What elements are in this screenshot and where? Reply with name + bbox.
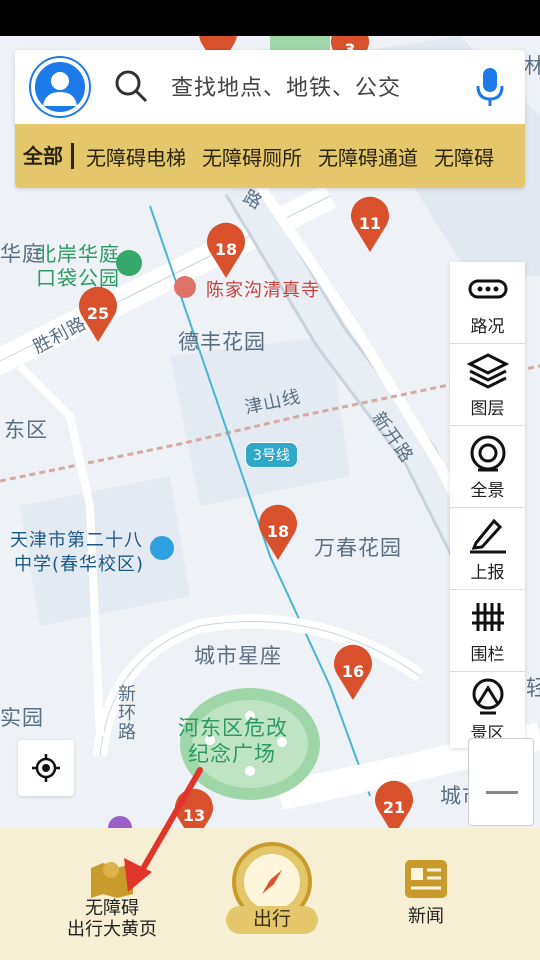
map-label-wanchun-garden: 万春花园 <box>314 536 402 560</box>
map-label-chengshi-xingzuo: 城市星座 <box>194 644 282 668</box>
locate-icon <box>32 754 60 782</box>
nav-news[interactable]: 新闻 <box>396 858 456 927</box>
map-label-xinhuan-road: 新环路 <box>115 684 136 741</box>
tool-panorama[interactable]: 全景 <box>450 426 525 508</box>
status-bar <box>0 0 540 36</box>
poi-marker[interactable]: 18 <box>204 222 248 280</box>
filter-bar: 全部 无障碍电梯 无障碍厕所 无障碍通道 无障碍 <box>15 124 525 188</box>
fence-icon <box>471 602 504 631</box>
map-label-school-line2: 中学(春华校区) <box>14 554 145 575</box>
school-icon <box>150 536 174 560</box>
map-book-icon <box>91 862 133 898</box>
poi-marker[interactable]: 25 <box>76 286 120 344</box>
search-input[interactable] <box>171 70 471 106</box>
map-label-school-line1: 天津市第二十八 <box>10 530 143 551</box>
park-icon <box>116 250 142 276</box>
news-icon <box>405 860 447 898</box>
mosque-icon <box>174 276 196 298</box>
map-label-huating-fragment: 华庭 <box>0 242 44 266</box>
filter-passage[interactable]: 无障碍通道 <box>310 142 426 171</box>
filter-more[interactable]: 无障碍 <box>426 142 494 171</box>
search-bar <box>15 50 525 124</box>
map-label-weigai-line2: 纪念广场 <box>188 742 276 766</box>
layers-icon <box>466 352 509 389</box>
map-label-shiyuan: 实园 <box>0 706 44 730</box>
minus-icon <box>486 791 518 794</box>
poi-marker[interactable]: 11 <box>348 196 392 254</box>
nav-travel[interactable]: 出行 <box>226 840 318 934</box>
poi-marker[interactable]: 16 <box>331 644 375 702</box>
search-panel: 全部 无障碍电梯 无障碍厕所 无障碍通道 无障碍 <box>15 50 525 188</box>
search-icon[interactable] <box>113 68 149 104</box>
tool-layers[interactable]: 图层 <box>450 344 525 426</box>
filter-elevator[interactable]: 无障碍电梯 <box>78 142 194 171</box>
poi-marker[interactable]: 13 <box>172 788 216 828</box>
metro-line-badge[interactable]: 3号线 <box>245 442 298 468</box>
traffic-icon <box>468 279 507 298</box>
map-label-dongqu: 东区 <box>4 418 48 442</box>
bottom-navigation: 无障碍 出行大黄页 出行 新闻 <box>0 828 540 960</box>
map-label-defeng-garden: 德丰花园 <box>178 330 266 354</box>
filter-restroom[interactable]: 无障碍厕所 <box>194 142 310 171</box>
user-icon <box>43 72 77 106</box>
microphone-icon[interactable] <box>475 66 505 108</box>
tool-report[interactable]: 上报 <box>450 508 525 590</box>
panorama-icon <box>470 435 505 471</box>
user-avatar[interactable] <box>31 58 89 116</box>
edit-icon <box>469 518 506 553</box>
filter-all[interactable]: 全部 <box>15 143 74 169</box>
toolbar-collapse-button[interactable] <box>468 738 534 826</box>
map-toolbar: 路况 图层 全景 上报 围栏 景区 <box>450 262 525 748</box>
poi-marker[interactable]: 21 <box>372 780 416 828</box>
scenic-icon <box>472 678 503 715</box>
map-label-right-fragment: 轻 <box>526 676 540 700</box>
tool-fence[interactable]: 围栏 <box>450 590 525 672</box>
poi-marker[interactable]: 18 <box>256 504 300 562</box>
tool-traffic[interactable]: 路况 <box>450 262 525 344</box>
locate-button[interactable] <box>18 740 74 796</box>
tool-scenic[interactable]: 景区 <box>450 672 525 748</box>
nav-yellow-pages[interactable]: 无障碍 出行大黄页 <box>60 858 164 940</box>
map-label-lin-fragment: 林 <box>524 54 540 78</box>
